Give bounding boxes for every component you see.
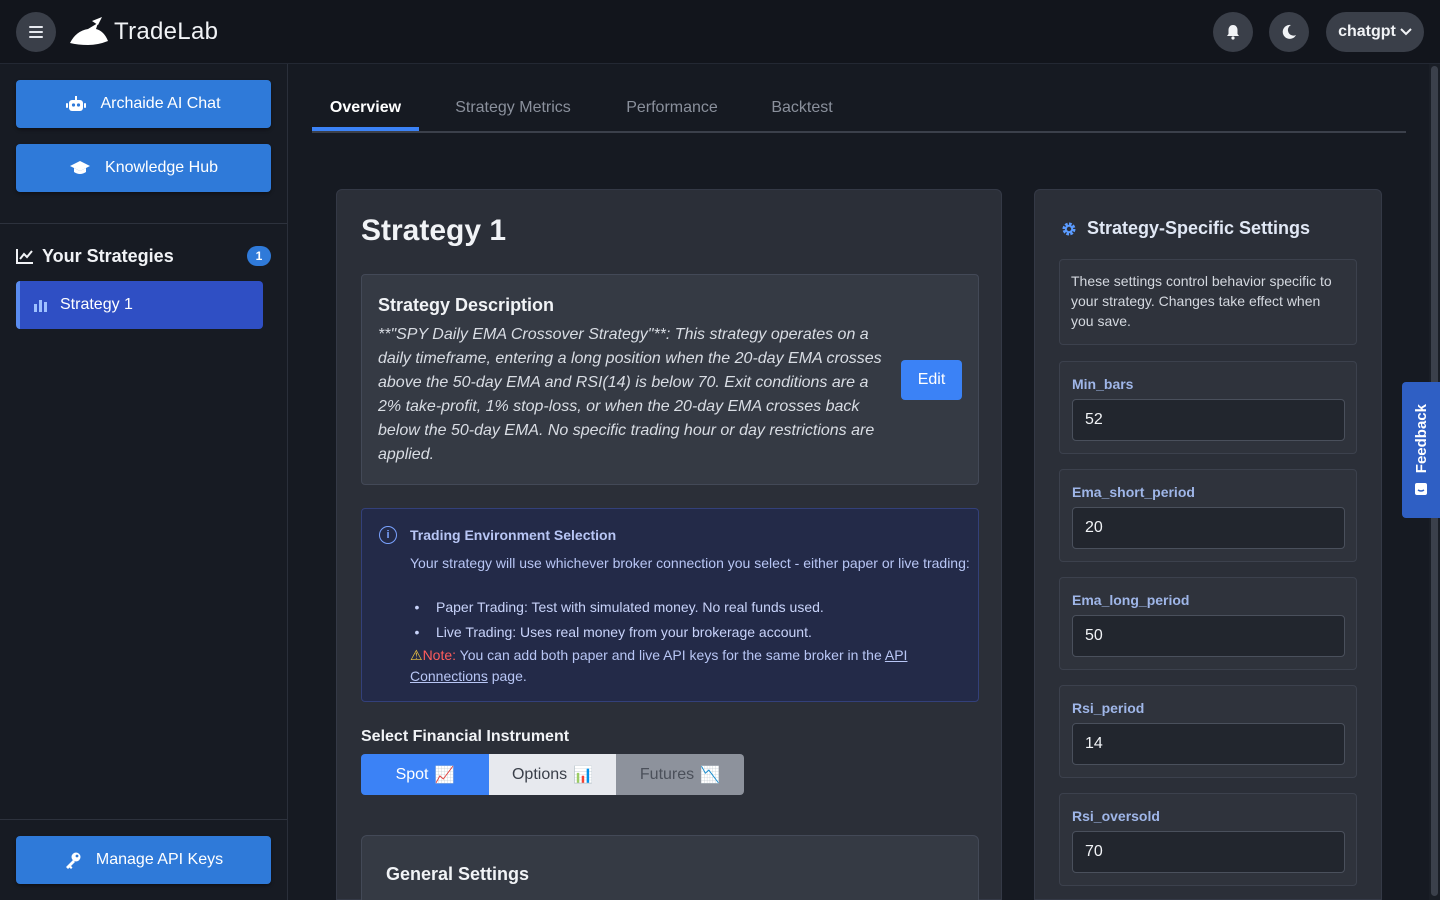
setting-min-bars: Min_bars [1059,361,1357,454]
sidebar-divider [0,223,287,224]
moon-icon [1282,24,1296,39]
feedback-label: Feedback [1412,404,1430,474]
strategy-card: Strategy 1 Strategy Description **"SPY D… [336,189,1002,900]
archaide-ai-chat-label: Archaide AI Chat [100,95,221,112]
edit-button[interactable]: Edit [901,360,962,400]
setting-rsi-period: Rsi_period [1059,685,1357,778]
chart-down-icon: 📉 [700,766,721,784]
environment-intro: Your strategy will use whichever broker … [410,555,970,571]
tab-label: Performance [626,99,718,116]
gear-icon [1062,222,1076,235]
setting-ema-short-period: Ema_short_period [1059,469,1357,562]
settings-info-text: These settings control behavior specific… [1059,259,1357,345]
warning-icon: ⚠ [410,647,423,663]
min-bars-input[interactable] [1072,399,1345,441]
bell-icon [1227,25,1239,40]
strategy-description-box: Strategy Description **"SPY Daily EMA Cr… [361,274,979,485]
note-text: You can add both paper and live API keys… [456,647,885,663]
feedback-tab[interactable]: Feedback [1402,382,1440,518]
field-label: Ema_short_period [1072,484,1195,500]
field-label: Rsi_period [1072,700,1145,716]
menu-button[interactable] [16,12,56,52]
bullet-text: Paper Trading: Test with simulated money… [436,599,824,615]
key-icon [65,852,81,869]
tab-label: Overview [329,99,402,116]
description-heading: Strategy Description [378,295,555,315]
manage-api-keys-button[interactable]: Manage API Keys [16,836,271,884]
setting-rsi-oversold: Rsi_oversold [1059,793,1357,886]
field-label: Rsi_oversold [1072,808,1160,824]
graduation-cap-icon [70,161,91,174]
trading-environment-info: i Trading Environment Selection Your str… [361,508,979,702]
instrument-futures-button[interactable]: Futures 📉 [616,754,744,795]
description-text: **"SPY Daily EMA Crossover Strategy"**: … [378,326,882,463]
bullet-text: Live Trading: Uses real money from your … [436,624,812,640]
user-menu-button[interactable]: chatgpt [1326,12,1424,52]
rsi-oversold-input[interactable] [1072,831,1345,873]
field-label: Ema_long_period [1072,592,1190,608]
sidebar: Archaide AI Chat Knowledge Hub Your Stra… [0,64,288,900]
sidebar-divider [0,819,287,820]
general-settings-title: General Settings [386,864,530,884]
instrument-label: Select Financial Instrument [361,728,570,745]
tab-label: Strategy Metrics [455,99,571,116]
tab-overview[interactable]: Overview [312,88,419,131]
list-item: • Live Trading: Uses real money from your… [414,624,812,640]
futures-label: Futures [639,765,695,783]
page-title: Strategy 1 [361,214,507,247]
hamburger-icon [29,26,43,38]
strategies-count-badge: 1 [247,246,271,266]
environment-note: ⚠Note: You can add both paper and live A… [410,645,960,687]
field-label: Min_bars [1072,376,1134,392]
rsi-period-input[interactable] [1072,723,1345,765]
bar-chart-icon [34,300,47,312]
note-tail: page. [487,668,527,684]
logo-icon [70,17,108,45]
tab-strategy-metrics[interactable]: Strategy Metrics [435,88,591,131]
tab-label: Backtest [771,99,833,116]
tab-bar: Overview Strategy Metrics Performance Ba… [312,88,1406,133]
brand-name: TradeLab [114,18,219,45]
knowledge-hub-button[interactable]: Knowledge Hub [16,144,271,192]
knowledge-hub-label: Knowledge Hub [105,159,218,176]
options-label: Options [511,765,568,783]
tab-backtest[interactable]: Backtest [753,88,851,131]
instrument-options-button[interactable]: Options 📊 [489,754,616,795]
environment-title: Trading Environment Selection [410,527,617,543]
note-label: Note: [422,647,457,663]
setting-ema-long-period: Ema_long_period [1059,577,1357,670]
chevron-down-icon [1400,28,1412,36]
ema-short-period-input[interactable] [1072,507,1345,549]
notifications-button[interactable] [1213,12,1253,52]
list-item: • Paper Trading: Test with simulated mone… [414,599,824,615]
chart-up-icon: 📈 [434,766,455,784]
line-chart-icon [16,249,33,264]
strategy-item-label: Strategy 1 [60,296,133,313]
manage-api-keys-label: Manage API Keys [95,851,224,868]
your-strategies-label: Your Strategies [42,245,174,266]
bar-chart-icon: 📊 [573,766,594,784]
general-settings-section: General Settings [361,835,979,900]
info-icon: i [379,526,397,544]
strategy-settings-panel: Strategy-Specific Settings These setting… [1034,189,1382,900]
chat-icon [1415,482,1427,495]
brand-logo[interactable]: TradeLab [68,16,218,48]
tab-performance[interactable]: Performance [607,88,737,131]
settings-heading: Strategy-Specific Settings [1061,218,1310,239]
sidebar-item-strategy-1[interactable]: Strategy 1 [16,281,263,329]
top-bar: TradeLab chatgpt [0,0,1440,64]
settings-title: Strategy-Specific Settings [1087,218,1311,238]
your-strategies-heading: Your Strategies 1 [16,244,271,268]
robot-icon [66,96,87,111]
archaide-ai-chat-button[interactable]: Archaide AI Chat [16,80,271,128]
ema-long-period-input[interactable] [1072,615,1345,657]
spot-label: Spot [395,765,429,783]
theme-toggle-button[interactable] [1269,12,1309,52]
instrument-spot-button[interactable]: Spot 📈 [361,754,489,795]
user-name: chatgpt [1338,23,1396,40]
